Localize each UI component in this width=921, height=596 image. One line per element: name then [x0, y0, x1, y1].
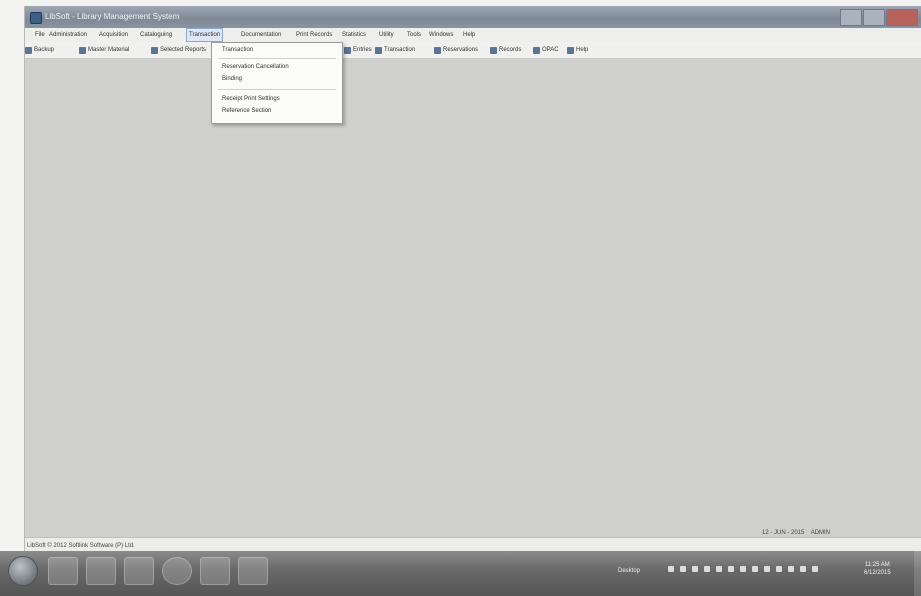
tray-icon[interactable] — [740, 566, 746, 572]
reservation-icon — [434, 46, 441, 54]
clock-date: 6/12/2015 — [864, 570, 891, 576]
transaction-icon — [375, 46, 382, 54]
menu-help[interactable]: Help — [461, 28, 477, 42]
show-desktop-button[interactable] — [914, 551, 921, 596]
desktop-toolbar-label[interactable]: Desktop — [618, 568, 640, 574]
transaction-dropdown-menu: Transaction Reservation Cancellation Bin… — [211, 42, 343, 124]
opac-icon — [533, 46, 540, 54]
menu-transaction[interactable]: Transaction — [186, 28, 224, 42]
mdi-workspace — [25, 59, 921, 537]
window-title: LibSoft - Library Management System — [45, 12, 180, 21]
toolbar-backup[interactable]: Backup — [25, 42, 54, 58]
start-button[interactable] — [8, 556, 38, 586]
toolbar-help[interactable]: Help — [567, 42, 588, 58]
dropdown-item-receipt-print-settings[interactable]: Receipt Print Settings — [222, 96, 280, 102]
menu-statistics[interactable]: Statistics — [340, 28, 368, 42]
app-window: LibSoft - Library Management System File… — [24, 6, 921, 555]
toolbar-master-material[interactable]: Master Material — [79, 42, 129, 58]
toolbar-entries[interactable]: Entries — [344, 42, 372, 58]
menu-administration[interactable]: Administration — [47, 28, 89, 42]
toolbar-opac[interactable]: OPAC — [533, 42, 559, 58]
menu-utility[interactable]: Utility — [377, 28, 396, 42]
toolbar-records[interactable]: Records — [490, 42, 521, 58]
tray-icon[interactable] — [788, 566, 794, 572]
tray-icon[interactable] — [692, 566, 698, 572]
taskbar-app-icon[interactable] — [162, 557, 192, 585]
toolbar-reservations[interactable]: Reservations — [434, 42, 478, 58]
dropdown-item-reference-section[interactable]: Reference Section — [222, 108, 271, 114]
menu-documentation[interactable]: Documentation — [239, 28, 283, 42]
tray-icon[interactable] — [704, 566, 710, 572]
app-icon — [30, 12, 42, 24]
menu-cataloguing[interactable]: Cataloguing — [138, 28, 174, 42]
close-button[interactable] — [886, 9, 918, 26]
dropdown-separator — [218, 58, 336, 59]
menu-print-records[interactable]: Print Records — [294, 28, 334, 42]
backup-icon — [25, 46, 32, 54]
tray-icon[interactable] — [800, 566, 806, 572]
taskbar-media-icon[interactable] — [200, 557, 230, 585]
taskbar-ie-icon[interactable] — [48, 557, 78, 585]
help-icon — [567, 46, 574, 54]
toolbar-transaction[interactable]: Transaction — [375, 42, 415, 58]
maximize-button[interactable] — [863, 9, 885, 26]
book-icon — [79, 46, 86, 54]
tray-icon[interactable] — [764, 566, 770, 572]
minimize-button[interactable] — [840, 9, 862, 26]
date-user-strip: 12 - JUN - 2015 ADMIN — [762, 530, 831, 536]
title-bar[interactable]: LibSoft - Library Management System — [25, 6, 921, 28]
menu-bar: File Administration Acquisition Catalogu… — [25, 28, 921, 42]
tray-icon[interactable] — [752, 566, 758, 572]
dropdown-item-transaction[interactable]: Transaction — [222, 47, 253, 53]
tray-icon[interactable] — [716, 566, 722, 572]
system-tray — [668, 566, 824, 572]
report-icon — [151, 46, 158, 54]
window-controls — [839, 9, 918, 26]
menu-acquisition[interactable]: Acquisition — [97, 28, 130, 42]
tray-icon[interactable] — [728, 566, 734, 572]
toolbar-selected-reports[interactable]: Selected Reports — [151, 42, 206, 58]
tray-icon[interactable] — [668, 566, 674, 572]
menu-file[interactable]: File — [33, 28, 47, 42]
taskbar-window-icon[interactable] — [124, 557, 154, 585]
menu-tools[interactable]: Tools — [405, 28, 423, 42]
taskbar: Desktop 11:25 AM 6/12/2015 — [0, 551, 921, 596]
dropdown-separator — [218, 89, 336, 90]
tray-icon[interactable] — [776, 566, 782, 572]
tray-icon[interactable] — [680, 566, 686, 572]
taskbar-libsoft-icon[interactable] — [238, 557, 268, 585]
clock[interactable]: 11:25 AM 6/12/2015 — [864, 561, 891, 577]
toolbar: Backup Master Material Selected Reports … — [25, 42, 921, 59]
menu-windows[interactable]: Windows — [427, 28, 455, 42]
dropdown-item-reservation-cancellation[interactable]: Reservation Cancellation — [222, 64, 289, 70]
tray-icon[interactable] — [812, 566, 818, 572]
taskbar-explorer-icon[interactable] — [86, 557, 116, 585]
records-icon — [490, 46, 497, 54]
entries-icon — [344, 46, 351, 54]
clock-time: 11:25 AM — [864, 562, 890, 568]
dropdown-item-binding[interactable]: Binding — [222, 76, 242, 82]
